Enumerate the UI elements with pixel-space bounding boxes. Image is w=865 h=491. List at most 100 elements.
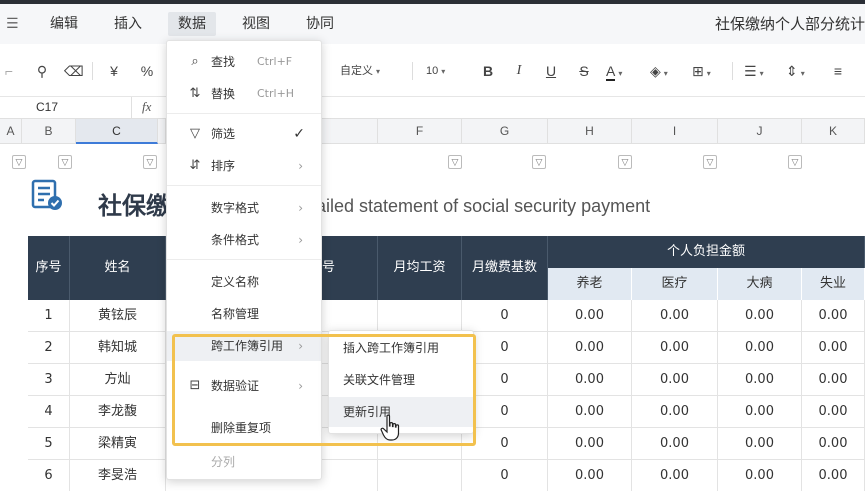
menu-item-replace[interactable]: ⇅ 替换 Ctrl+H — [167, 79, 321, 109]
number-format-dropdown[interactable]: 自定义 ▾ — [340, 61, 398, 81]
row-base-cell[interactable]: 0 — [462, 460, 548, 491]
row-unemployment-cell[interactable]: 0.00 — [802, 460, 865, 491]
row-wage-cell[interactable] — [378, 300, 462, 332]
row-seq-cell[interactable]: 4 — [28, 396, 70, 428]
column-header-k[interactable]: K — [802, 119, 865, 144]
vertical-align-button[interactable]: ⇕ ▾ — [786, 61, 816, 81]
row-illness-cell[interactable]: 0.00 — [718, 396, 802, 428]
column-header-d[interactable] — [158, 119, 166, 144]
font-size-dropdown[interactable]: 10 ▾ — [426, 61, 460, 81]
row-name-cell[interactable]: 黄铉辰 — [70, 300, 166, 332]
tab-view[interactable]: 视图 — [232, 12, 280, 36]
row-name-cell[interactable]: 韩知城 — [70, 332, 166, 364]
menu-item-define-name[interactable]: 定义名称 — [167, 267, 321, 297]
filter-icon[interactable]: ▽ — [618, 155, 632, 169]
menu-item-remove-duplicates[interactable]: 删除重复项 — [167, 413, 321, 443]
column-header-i[interactable]: I — [632, 119, 718, 144]
submenu-item-linked-file-manager[interactable]: 关联文件管理 — [329, 365, 473, 395]
column-header-b[interactable]: B — [22, 119, 76, 144]
fx-icon[interactable]: fx — [142, 99, 151, 115]
row-pension-cell[interactable]: 0.00 — [548, 364, 632, 396]
row-seq-cell[interactable]: 6 — [28, 460, 70, 491]
column-header-a[interactable]: A — [0, 119, 22, 144]
wrap-text-icon[interactable]: ≡ — [828, 61, 848, 81]
tab-edit[interactable]: 编辑 — [40, 12, 88, 36]
filter-icon[interactable]: ▽ — [703, 155, 717, 169]
row-unemployment-cell[interactable]: 0.00 — [802, 332, 865, 364]
strikethrough-button[interactable]: S — [576, 61, 592, 81]
filter-icon[interactable]: ▽ — [448, 155, 462, 169]
hamburger-menu-icon[interactable]: ☰ — [6, 16, 22, 30]
bold-button[interactable]: B — [480, 61, 496, 81]
row-medical-cell[interactable]: 0.00 — [632, 332, 718, 364]
row-medical-cell[interactable]: 0.00 — [632, 300, 718, 332]
row-pension-cell[interactable]: 0.00 — [548, 428, 632, 460]
row-base-cell[interactable]: 0 — [462, 428, 548, 460]
menu-item-data-validation[interactable]: ⊟ 数据验证 › — [167, 371, 321, 401]
column-header-g[interactable]: G — [462, 119, 548, 144]
row-pension-cell[interactable]: 0.00 — [548, 460, 632, 491]
row-medical-cell[interactable]: 0.00 — [632, 364, 718, 396]
horizontal-align-button[interactable]: ☰ ▾ — [744, 61, 774, 81]
row-illness-cell[interactable]: 0.00 — [718, 364, 802, 396]
submenu-item-insert-cross-reference[interactable]: 插入跨工作簿引用 — [329, 333, 473, 363]
column-header-f[interactable]: F — [378, 119, 462, 144]
menu-item-split-column[interactable]: 分列 — [167, 447, 321, 477]
redo-icon[interactable]: ⌐ — [2, 61, 16, 81]
italic-button[interactable]: I — [512, 61, 526, 81]
column-header-c[interactable]: C — [76, 119, 158, 144]
borders-button[interactable]: ⊞ ▾ — [692, 61, 722, 81]
column-header-e[interactable] — [322, 119, 378, 144]
tab-collaborate[interactable]: 协同 — [296, 12, 344, 36]
column-header-j[interactable]: J — [718, 119, 802, 144]
tab-data[interactable]: 数据 — [168, 12, 216, 36]
row-seq-cell[interactable]: 5 — [28, 428, 70, 460]
row-illness-cell[interactable]: 0.00 — [718, 428, 802, 460]
row-illness-cell[interactable]: 0.00 — [718, 300, 802, 332]
menu-item-filter[interactable]: ▽ 筛选 ✓ — [167, 119, 321, 149]
row-unemployment-cell[interactable]: 0.00 — [802, 300, 865, 332]
row-illness-cell[interactable]: 0.00 — [718, 460, 802, 491]
clear-format-icon[interactable]: ⌫ — [64, 61, 84, 81]
fill-color-button[interactable]: ◈ ▾ — [650, 61, 680, 81]
filter-icon[interactable]: ▽ — [143, 155, 157, 169]
row-illness-cell[interactable]: 0.00 — [718, 332, 802, 364]
underline-button[interactable]: U — [543, 61, 559, 81]
row-name-cell[interactable]: 李龙馥 — [70, 396, 166, 428]
row-unemployment-cell[interactable]: 0.00 — [802, 396, 865, 428]
row-seq-cell[interactable]: 2 — [28, 332, 70, 364]
row-seq-cell[interactable]: 1 — [28, 300, 70, 332]
menu-item-cross-workbook-reference[interactable]: 跨工作簿引用 › — [167, 331, 321, 361]
row-medical-cell[interactable]: 0.00 — [632, 396, 718, 428]
row-base-cell[interactable]: 0 — [462, 300, 548, 332]
menu-item-sort[interactable]: ⇵ 排序 › — [167, 151, 321, 181]
row-pension-cell[interactable]: 0.00 — [548, 396, 632, 428]
currency-format-button[interactable]: ¥ — [106, 61, 122, 81]
filter-icon[interactable]: ▽ — [58, 155, 72, 169]
menu-item-number-format[interactable]: 数字格式 › — [167, 193, 321, 223]
tab-insert[interactable]: 插入 — [104, 12, 152, 36]
row-seq-cell[interactable]: 3 — [28, 364, 70, 396]
row-wage-cell[interactable] — [378, 460, 462, 491]
menu-item-find[interactable]: ⌕ 查找 Ctrl+F — [167, 47, 321, 77]
row-medical-cell[interactable]: 0.00 — [632, 460, 718, 491]
row-unemployment-cell[interactable]: 0.00 — [802, 428, 865, 460]
filter-icon[interactable]: ▽ — [788, 155, 802, 169]
filter-icon[interactable]: ▽ — [12, 155, 26, 169]
percent-format-button[interactable]: % — [138, 61, 156, 81]
row-medical-cell[interactable]: 0.00 — [632, 428, 718, 460]
menu-item-conditional-format[interactable]: 条件格式 › — [167, 225, 321, 255]
row-pension-cell[interactable]: 0.00 — [548, 300, 632, 332]
row-base-cell[interactable]: 0 — [462, 364, 548, 396]
row-name-cell[interactable]: 李旻浩 — [70, 460, 166, 491]
row-pension-cell[interactable]: 0.00 — [548, 332, 632, 364]
row-unemployment-cell[interactable]: 0.00 — [802, 364, 865, 396]
format-painter-icon[interactable]: ⚲ — [34, 61, 50, 81]
menu-item-name-manager[interactable]: 名称管理 — [167, 299, 321, 329]
row-base-cell[interactable]: 0 — [462, 396, 548, 428]
name-box[interactable]: C17 — [0, 97, 132, 118]
column-header-h[interactable]: H — [548, 119, 632, 144]
row-name-cell[interactable]: 方灿 — [70, 364, 166, 396]
row-base-cell[interactable]: 0 — [462, 332, 548, 364]
font-color-button[interactable]: A ▾ — [606, 61, 634, 81]
